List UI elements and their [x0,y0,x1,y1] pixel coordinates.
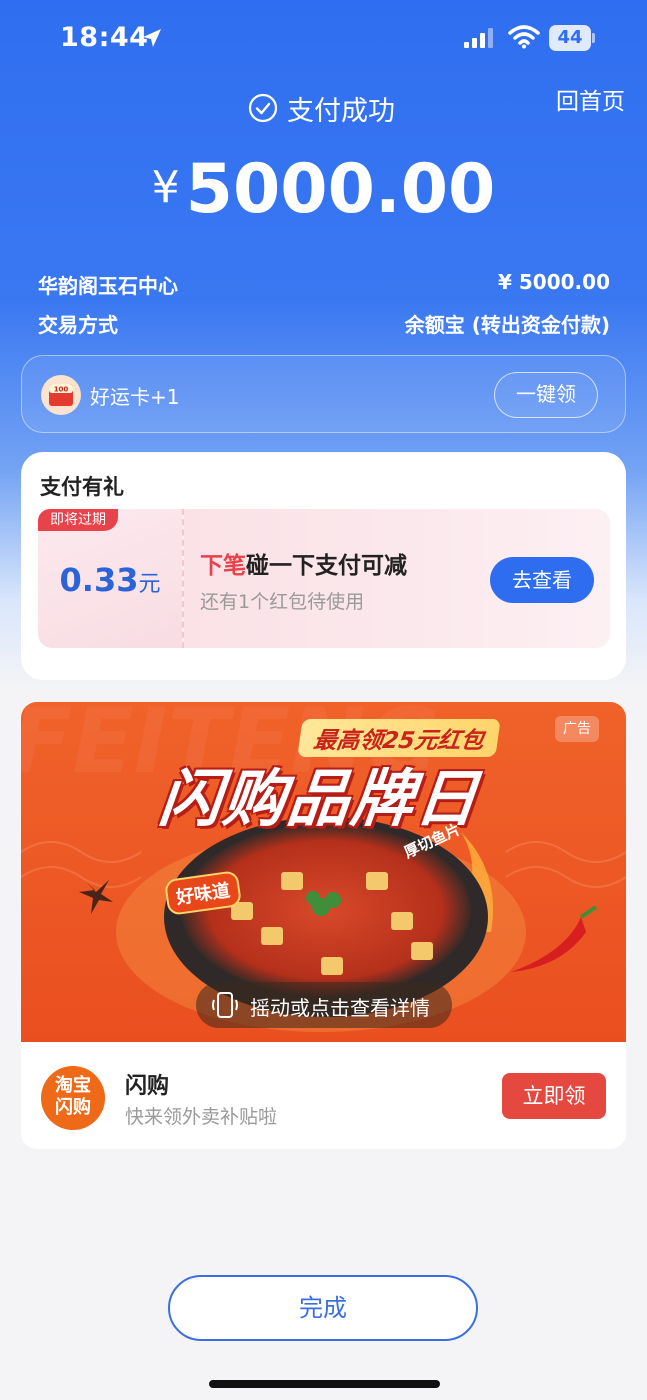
shake-hint-text: 摇动或点击查看详情 [250,996,430,1020]
coupon-headline-text: 碰一下支付可减 [246,553,407,579]
page-title: 支付成功 [287,96,395,127]
view-coupon-button[interactable]: 去查看 [490,557,594,603]
ad-brand-subtitle: 快来领外卖补贴啦 [125,1106,278,1128]
logo-line-1: 淘宝 [55,1075,91,1096]
ad-brand-name: 闪购 [125,1074,170,1099]
red-envelope-icon: 100 [41,375,81,415]
payment-method-label: 交易方式 [38,313,118,337]
ad-title: 闪购品牌日 [155,762,484,835]
location-arrow-icon [143,29,161,47]
ad-label[interactable]: 广告 [555,716,599,742]
home-indicator[interactable] [209,1380,440,1388]
battery-indicator: 44 [549,25,595,51]
coupon-amount-unit: 元 [138,572,161,597]
status-time: 18:44 [60,22,149,53]
coupon-subtitle: 还有1个红包待使用 [200,591,365,613]
merchant-amount: ¥ 5000.00 [498,270,610,294]
cellular-signal-icon [464,28,493,48]
coupon-headline: 下笔碰一下支付可减 [200,546,407,580]
payment-method-value: 余额宝 (转出资金付款) [404,313,610,337]
merchant-name: 华韵阁玉石中心 [38,274,178,298]
expiry-badge: 即将过期 [38,509,118,531]
payment-amount: ¥5000.00 [0,150,647,229]
home-link[interactable]: 回首页 [556,82,625,116]
wifi-icon [508,25,540,49]
taobao-flash-logo: 淘宝 闪购 [41,1066,105,1130]
lucky-card-label: 好运卡+1 [90,385,180,409]
red-envelope-text: 100 [54,386,69,394]
currency-symbol: ¥ [151,162,180,213]
coupon-amount-value: 0.33 [59,561,139,599]
claim-all-button[interactable]: 一键领 [494,372,598,418]
coupon-amount: 0.33元 [38,561,182,599]
done-button[interactable]: 完成 [168,1275,478,1341]
pay-gift-title: 支付有礼 [40,475,124,499]
battery-level: 44 [557,27,583,48]
shake-phone-icon [212,992,238,1018]
claim-now-button[interactable]: 立即领 [502,1073,606,1119]
logo-line-2: 闪购 [55,1097,91,1118]
check-circle-icon [248,93,278,123]
coupon-headline-highlight: 下笔 [200,553,246,579]
amount-value: 5000.00 [185,150,496,229]
